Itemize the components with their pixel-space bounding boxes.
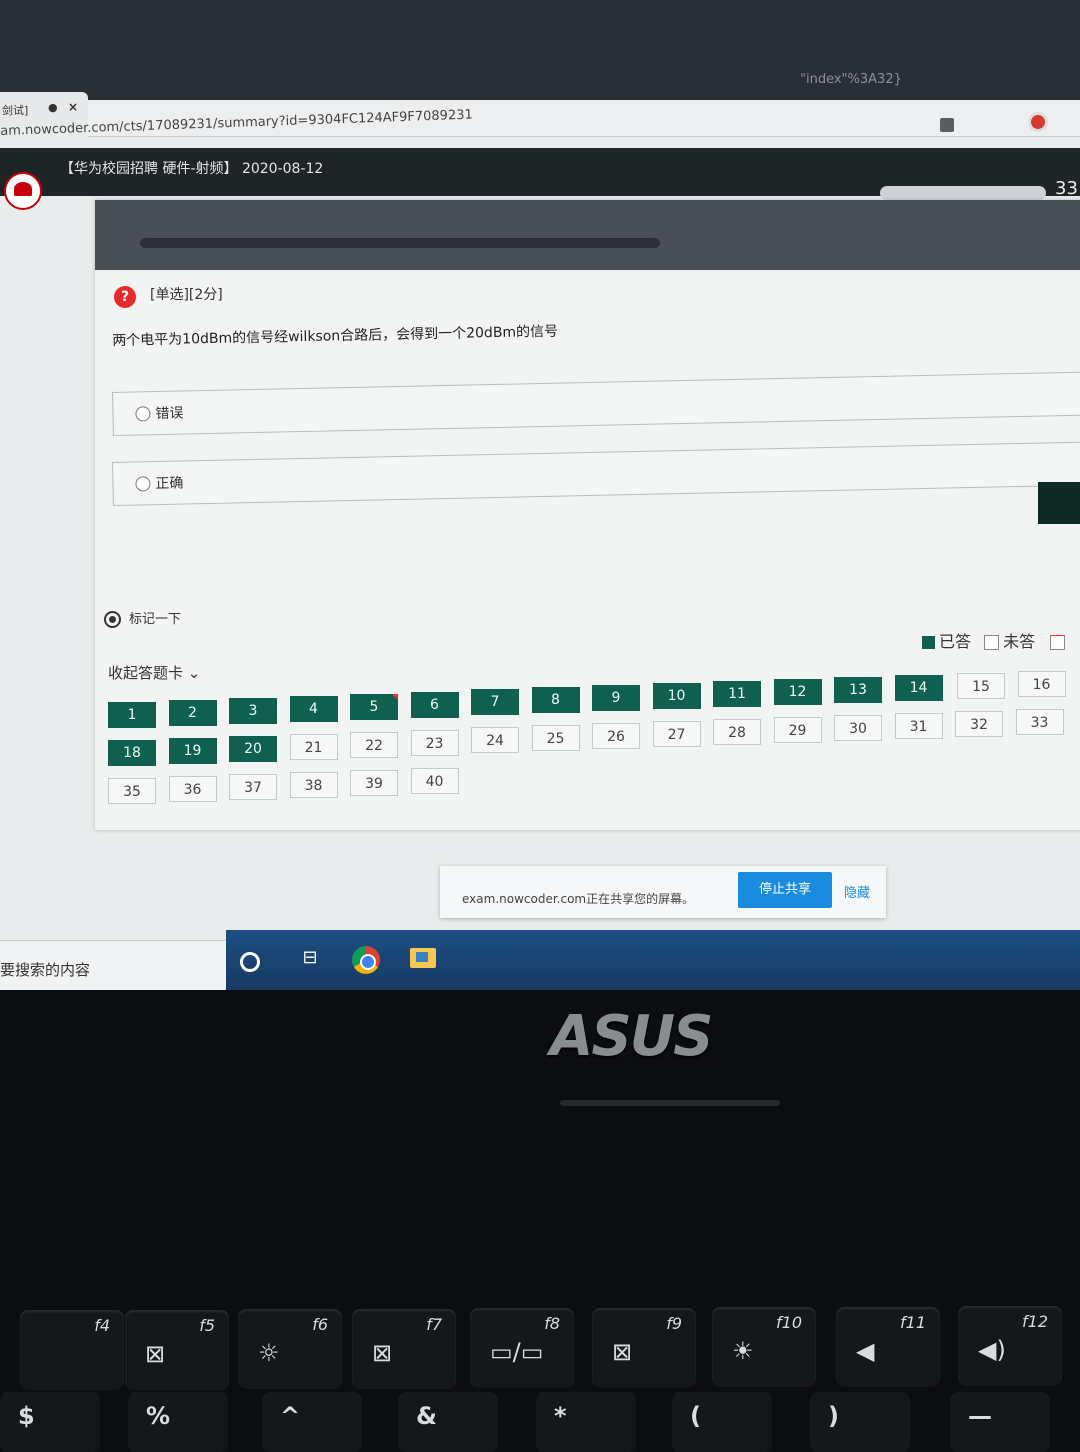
answer-card-cell[interactable]: 38 [289,771,338,798]
fn-key[interactable]: f6 ☼ [238,1309,342,1389]
fn-key-label: f7 [426,1314,442,1334]
key-char: * [554,1402,567,1430]
key-char: $ [18,1402,35,1430]
fn-key-symbol-icon: ◀) [978,1336,1006,1364]
answer-card-cell[interactable]: 29 [773,716,822,743]
file-explorer-icon[interactable] [410,948,436,968]
answer-card-cell[interactable]: 26 [592,723,640,750]
key-char: & [416,1402,437,1430]
fn-key[interactable]: f9 ⊠ [592,1307,696,1388]
fn-key-symbol-icon: ☼ [258,1339,280,1367]
answer-card-cell[interactable]: 27 [652,721,701,748]
fn-key-symbol-icon: ⊠ [612,1337,633,1366]
keyboard-key[interactable]: ( [672,1392,772,1452]
answer-card-cell[interactable]: 8 [531,687,580,714]
task-view-icon[interactable]: ⊟ [296,944,324,972]
fn-key[interactable]: f10 ☀ [712,1307,816,1387]
answer-card-cell[interactable]: 6 [410,691,459,718]
answer-card-cell[interactable]: 12 [773,678,822,705]
search-placeholder: 要搜索的内容 [0,961,91,979]
fn-key-symbol-icon: ⊠ [372,1338,393,1367]
answer-card-cell[interactable]: 31 [894,712,943,739]
answer-card-cell[interactable]: 15 [957,672,1005,699]
answer-card-cell[interactable]: 37 [229,773,277,800]
keyboard-key[interactable]: % [128,1392,228,1452]
answer-card-cell[interactable]: 9 [592,685,640,712]
fn-key[interactable]: f8 ▭/▭ [470,1308,574,1388]
fn-key-label: f12 [1022,1312,1048,1331]
fn-key-symbol-icon: ▭/▭ [490,1338,544,1366]
keyboard-key[interactable]: ) [810,1392,910,1452]
answer-card-cell[interactable]: 5 [350,693,398,720]
answer-card-cell[interactable]: 11 [713,681,761,707]
answer-card-cell[interactable]: 21 [289,733,338,760]
fn-key-label: f6 [312,1315,328,1334]
answer-card-cell[interactable]: 39 [350,769,398,796]
fn-key-label: f8 [544,1314,560,1333]
fn-key[interactable]: f12 ◀) [958,1306,1062,1386]
answer-card-cell[interactable]: 40 [410,767,459,794]
laptop-screen: "index"%3A32} 剑试] ● × am.nowcoder.com/ct… [0,0,1080,990]
key-char: ) [828,1402,839,1430]
key-char: ^ [280,1402,301,1430]
fn-key[interactable]: f11 ◀ [836,1306,940,1387]
answer-card-cell[interactable]: 1 [108,702,156,728]
fn-key[interactable]: f4 [20,1310,124,1390]
key-char: ( [690,1402,701,1430]
asus-logo: ASUS [550,1004,713,1069]
answer-card-cell[interactable]: 35 [108,778,156,804]
answer-card-cell[interactable]: 20 [229,735,277,762]
share-message: exam.nowcoder.com正在共享您的屏幕。 [462,892,695,906]
fn-key-label: f9 [666,1313,682,1333]
fn-key-symbol-icon: ◀ [856,1336,875,1365]
answer-card-cell[interactable]: 30 [834,714,882,741]
answer-card-cell[interactable]: 19 [168,737,217,764]
answer-card-cell[interactable]: 2 [168,699,217,726]
answer-card-cell[interactable]: 7 [471,689,519,716]
answer-card-cell[interactable]: 25 [531,725,580,752]
answer-card-cell[interactable]: 36 [168,775,217,802]
laptop-hinge [560,1100,780,1106]
keyboard-key[interactable]: * [536,1392,636,1452]
keyboard-key[interactable]: $ [0,1392,100,1452]
answer-card-cell[interactable]: 4 [289,695,338,722]
answer-card-cell[interactable]: 18 [108,740,156,766]
fn-key[interactable]: f7 ⊠ [352,1308,456,1389]
answer-card-cell[interactable]: 14 [894,674,943,701]
fn-key-label: f10 [776,1313,802,1332]
fn-key-label: f4 [94,1316,110,1335]
answer-card-cell[interactable]: 3 [229,697,277,724]
stop-sharing-button[interactable]: 停止共享 [738,872,832,908]
fn-key-symbol-icon: ☀ [732,1337,754,1365]
screen-share-bar: exam.nowcoder.com正在共享您的屏幕。 停止共享 隐藏 [440,866,886,918]
answer-card-cell[interactable]: 22 [350,731,398,758]
cortana-icon[interactable] [240,952,260,972]
keyboard-key[interactable]: ^ [262,1392,362,1452]
fn-key-symbol-icon: ⊠ [145,1339,166,1368]
answer-card-cell[interactable]: 33 [1015,708,1064,735]
fn-key[interactable]: f5 ⊠ [125,1309,229,1390]
fn-key-label: f5 [199,1315,215,1335]
key-char: — [968,1402,992,1430]
key-char: % [146,1402,171,1430]
hide-share-link[interactable]: 隐藏 [844,882,870,901]
answer-card-cell[interactable]: 16 [1017,670,1066,697]
answer-card-grid: 1 2 3 4 5 6 7 8 9 10 11 12 13 14 15 16 18 19 20 21 22 23 24 25 2… [0,0,1080,990]
taskbar-search[interactable]: 要搜索的内容 [0,940,226,990]
answer-card-cell[interactable]: 10 [652,683,701,710]
keyboard-key[interactable]: & [398,1392,498,1452]
fn-key-label: f11 [900,1312,926,1332]
answer-card-cell[interactable]: 13 [834,676,882,703]
answer-card-cell[interactable]: 23 [410,729,459,756]
keyboard-key[interactable]: — [950,1392,1050,1452]
answer-card-cell[interactable]: 24 [471,727,519,754]
answer-card-cell[interactable]: 32 [955,710,1003,737]
answer-card-cell[interactable]: 28 [713,719,761,745]
chrome-icon[interactable] [352,946,380,974]
